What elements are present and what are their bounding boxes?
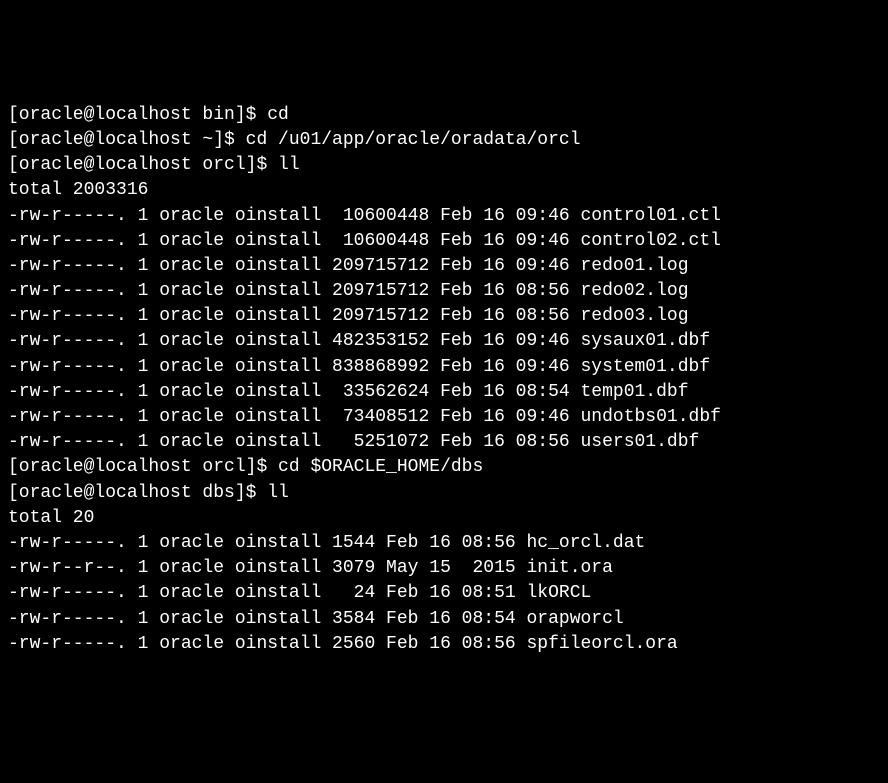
terminal-line: -rw-r-----. 1 oracle oinstall 73408512 F… — [8, 405, 880, 430]
terminal-line: [oracle@localhost dbs]$ ll — [8, 481, 880, 506]
terminal-line: -rw-r-----. 1 oracle oinstall 482353152 … — [8, 329, 880, 354]
terminal-line: total 2003316 — [8, 178, 880, 203]
terminal-line: [oracle@localhost orcl]$ cd $ORACLE_HOME… — [8, 455, 880, 480]
terminal-line: -rw-r-----. 1 oracle oinstall 838868992 … — [8, 355, 880, 380]
terminal-line: -rw-r-----. 1 oracle oinstall 209715712 … — [8, 254, 880, 279]
terminal-line: -rw-r-----. 1 oracle oinstall 3584 Feb 1… — [8, 607, 880, 632]
terminal-line: -rw-r-----. 1 oracle oinstall 5251072 Fe… — [8, 430, 880, 455]
terminal-line: -rw-r-----. 1 oracle oinstall 2560 Feb 1… — [8, 632, 880, 657]
terminal-line: [oracle@localhost bin]$ cd — [8, 103, 880, 128]
terminal-line: -rw-r-----. 1 oracle oinstall 209715712 … — [8, 304, 880, 329]
terminal-line: -rw-r-----. 1 oracle oinstall 33562624 F… — [8, 380, 880, 405]
terminal-line: -rw-r-----. 1 oracle oinstall 209715712 … — [8, 279, 880, 304]
terminal-line: [oracle@localhost ~]$ cd /u01/app/oracle… — [8, 128, 880, 153]
terminal-line: [oracle@localhost orcl]$ ll — [8, 153, 880, 178]
terminal-line: -rw-r-----. 1 oracle oinstall 10600448 F… — [8, 229, 880, 254]
terminal-line: total 20 — [8, 506, 880, 531]
terminal-output[interactable]: [oracle@localhost bin]$ cd[oracle@localh… — [8, 103, 880, 657]
terminal-line: -rw-r-----. 1 oracle oinstall 1544 Feb 1… — [8, 531, 880, 556]
terminal-line: -rw-r--r--. 1 oracle oinstall 3079 May 1… — [8, 556, 880, 581]
terminal-line: -rw-r-----. 1 oracle oinstall 10600448 F… — [8, 204, 880, 229]
terminal-line: -rw-r-----. 1 oracle oinstall 24 Feb 16 … — [8, 581, 880, 606]
